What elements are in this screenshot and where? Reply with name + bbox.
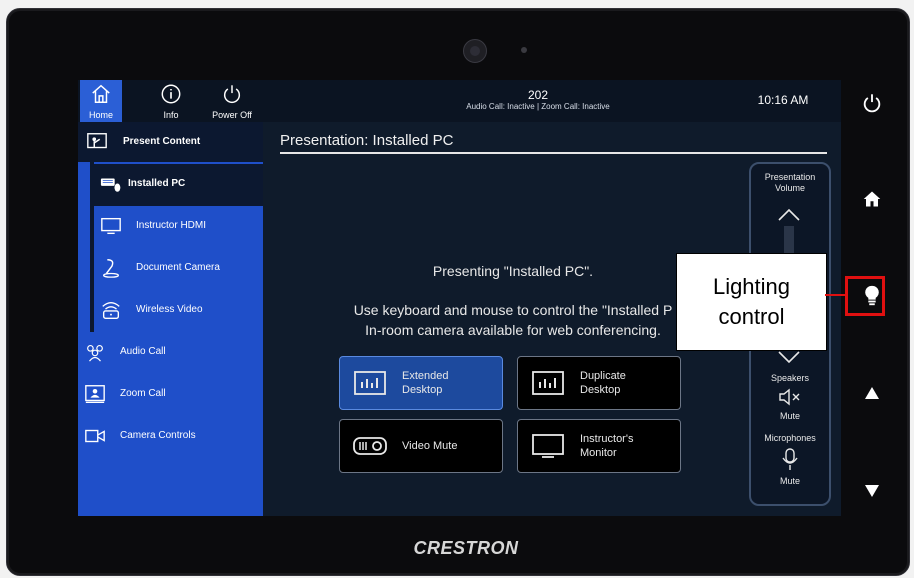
call-status: Audio Call: Inactive | Zoom Call: Inacti… xyxy=(466,102,610,111)
sidebar-item-audio-call[interactable]: Audio Call xyxy=(78,332,263,374)
keyboard-mouse-icon xyxy=(100,178,121,192)
audio-call-icon xyxy=(87,344,103,362)
nav-power-off-button[interactable]: Power Off xyxy=(206,80,258,122)
page-title: Presentation: Installed PC xyxy=(280,132,454,149)
volume-title: Presentation Volume xyxy=(764,172,816,193)
button-label: Instructor's Monitor xyxy=(580,433,634,459)
nav-home-button[interactable]: Home xyxy=(80,80,122,122)
callout-label: Lighting control xyxy=(712,274,791,329)
callout-connector xyxy=(825,294,847,296)
chevron-up-icon[interactable] xyxy=(777,208,801,222)
home-icon xyxy=(92,84,110,103)
button-label: Extended Desktop xyxy=(402,370,449,396)
button-label: Video Mute xyxy=(402,440,458,452)
zoom-call-icon xyxy=(85,385,105,403)
hardware-up-button[interactable] xyxy=(855,376,889,410)
hardware-down-button[interactable] xyxy=(855,474,889,508)
chart-display-icon xyxy=(354,371,386,395)
sensor-dot-icon xyxy=(521,47,527,53)
lighting-control-callout: Lighting control xyxy=(676,253,827,351)
nav-home-label: Home xyxy=(88,110,113,120)
sidebar-item-label: Camera Controls xyxy=(120,430,196,441)
sidebar-present-content-label: Present Content xyxy=(123,136,201,147)
hardware-home-button[interactable] xyxy=(855,182,889,216)
hardware-power-button[interactable] xyxy=(855,86,889,120)
nav-power-off-label: Power Off xyxy=(212,110,252,120)
sidebar: Present Content Installed PC Instructor … xyxy=(78,122,263,516)
microphones-label: Microphones xyxy=(764,433,816,443)
sidebar-source-label: Document Camera xyxy=(136,262,220,273)
chevron-down-icon[interactable] xyxy=(777,350,801,364)
video-mute-button[interactable]: Video Mute xyxy=(339,419,503,473)
chart-display-icon xyxy=(532,371,564,395)
presenter-icon xyxy=(87,133,107,149)
nav-info-button[interactable]: Info xyxy=(150,80,192,122)
triangle-down-icon xyxy=(865,485,879,497)
top-bar: Home Info Power Off 202 Audio Call: Inac… xyxy=(78,80,841,122)
speakers-mute-label: Mute xyxy=(779,411,800,421)
speaker-mute-icon[interactable] xyxy=(778,388,802,406)
instructors-monitor-button[interactable]: Instructor's Monitor xyxy=(517,419,681,473)
microphones-mute-label: Mute xyxy=(779,476,800,486)
sidebar-source-label: Installed PC xyxy=(128,178,186,189)
extended-desktop-button[interactable]: Extended Desktop xyxy=(339,356,503,410)
sidebar-item-zoom-call[interactable]: Zoom Call xyxy=(78,374,263,416)
power-icon xyxy=(863,94,881,113)
document-camera-icon xyxy=(103,259,119,278)
microphone-icon[interactable] xyxy=(781,448,799,472)
clock: 10:16 AM xyxy=(757,93,809,107)
sidebar-source-instructor-hdmi[interactable]: Instructor HDMI xyxy=(94,206,263,248)
sidebar-item-label: Zoom Call xyxy=(120,388,166,399)
home-icon xyxy=(863,191,881,207)
sidebar-item-camera-controls[interactable]: Camera Controls xyxy=(78,416,263,458)
title-divider xyxy=(280,152,827,154)
sidebar-present-content[interactable]: Present Content xyxy=(78,122,263,162)
monitor-icon xyxy=(101,217,121,235)
power-icon xyxy=(223,85,241,104)
video-camera-icon xyxy=(85,429,105,443)
sidebar-source-installed-pc[interactable]: Installed PC xyxy=(94,164,263,206)
wireless-video-icon xyxy=(102,301,120,319)
sidebar-source-document-camera[interactable]: Document Camera xyxy=(94,248,263,290)
info-icon xyxy=(161,84,181,104)
sidebar-source-wireless-video[interactable]: Wireless Video xyxy=(94,290,263,332)
callout-highlight-box xyxy=(845,276,885,316)
sidebar-item-label: Audio Call xyxy=(120,346,166,357)
sidebar-source-label: Wireless Video xyxy=(136,304,203,315)
speakers-label: Speakers xyxy=(770,373,810,383)
button-label: Duplicate Desktop xyxy=(580,370,626,396)
duplicate-desktop-button[interactable]: Duplicate Desktop xyxy=(517,356,681,410)
sidebar-source-label: Instructor HDMI xyxy=(136,220,207,231)
room-number: 202 xyxy=(527,88,549,102)
brand-logo: CRESTRON xyxy=(413,538,519,558)
room-info: 202 Audio Call: Inactive | Zoom Call: In… xyxy=(378,88,698,112)
camera-lens-icon xyxy=(463,39,487,63)
nav-info-label: Info xyxy=(163,110,179,120)
projector-icon xyxy=(353,437,387,455)
monitor-icon xyxy=(532,434,564,458)
triangle-up-icon xyxy=(865,387,879,399)
